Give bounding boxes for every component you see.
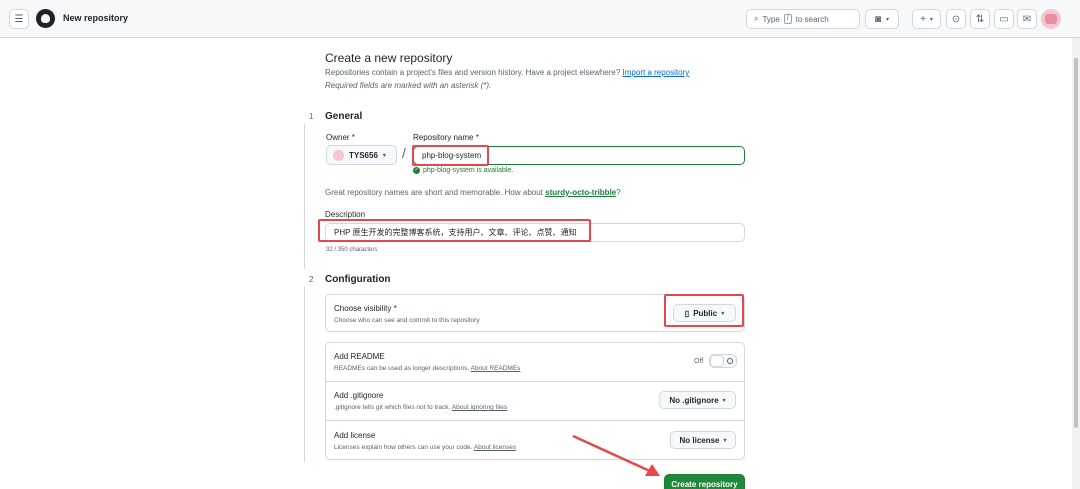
hamburger-icon: ☰	[14, 13, 24, 25]
page-scrollbar[interactable]	[1072, 38, 1080, 489]
step-line	[304, 124, 305, 269]
scrollbar-thumb[interactable]	[1074, 58, 1078, 428]
search-icon: ⌕	[754, 14, 759, 23]
search-prefix: Type	[762, 14, 780, 24]
repo-options-card: Add README READMEs can be used as longer…	[325, 342, 745, 460]
owner-label: Owner *	[326, 133, 355, 142]
chevron-down-icon: ▾	[886, 16, 890, 23]
readme-row: Add README READMEs can be used as longer…	[326, 343, 744, 381]
search-input[interactable]: ⌕ Type / to search	[746, 9, 860, 29]
check-circle-icon: ✓	[413, 167, 420, 174]
page-title: Create a new repository	[325, 51, 453, 65]
availability-message: ✓ php-blog-system is available.	[413, 167, 513, 174]
availability-text: php-blog-system is available.	[423, 167, 514, 174]
visibility-card: Choose visibility * Choose who can see a…	[325, 294, 745, 332]
configuration-section-title: Configuration	[325, 274, 391, 285]
repo-name-input[interactable]: php-blog-system	[413, 146, 745, 165]
subtitle-text: Repositories contain a project's files a…	[325, 68, 621, 77]
top-header: ☰ New repository ⌕ Type / to search ◙ ▾ …	[0, 0, 1080, 38]
toggle-knob	[710, 355, 724, 367]
readme-toggle-label: Off	[694, 358, 704, 365]
required-note: Required fields are marked with an aster…	[325, 81, 492, 90]
issues-button[interactable]: ⊙	[946, 9, 966, 29]
search-suffix: to search	[795, 14, 829, 24]
projects-icon: ▭	[999, 13, 1009, 25]
projects-button[interactable]: ▭	[994, 9, 1014, 29]
description-char-counter: 32 / 350 characters	[326, 247, 378, 253]
readme-desc-text: READMEs can be used as longer descriptio…	[334, 365, 470, 372]
about-licenses-link[interactable]: About licenses	[474, 444, 516, 451]
step-number-2: 2	[309, 275, 314, 284]
gitignore-desc-text: .gitignore tells git which files not to …	[334, 404, 451, 411]
suggested-name-link[interactable]: sturdy-octo-tribble	[545, 188, 616, 197]
gitignore-description: .gitignore tells git which files not to …	[334, 404, 507, 411]
visibility-select[interactable]: ▯ Public ▾	[673, 304, 736, 322]
visibility-title: Choose visibility *	[334, 304, 397, 313]
pull-requests-button[interactable]: ⇅	[970, 9, 990, 29]
general-section-title: General	[325, 111, 363, 122]
issues-icon: ⊙	[951, 13, 961, 25]
step-number-1: 1	[309, 112, 314, 121]
readme-description: READMEs can be used as longer descriptio…	[334, 365, 520, 372]
name-suggestion-hint: Great repository names are short and mem…	[325, 188, 621, 197]
owner-select[interactable]: TYS656 ▾	[326, 145, 397, 165]
chevron-down-icon: ▾	[722, 397, 726, 404]
inbox-icon: ✉	[1022, 13, 1032, 25]
about-ignoring-files-link[interactable]: About ignoring files	[452, 404, 507, 411]
license-value: No license	[679, 435, 720, 445]
chevron-down-icon: ▾	[721, 310, 725, 317]
create-new-button[interactable]: + ▾	[912, 9, 941, 29]
github-logo-icon[interactable]	[36, 9, 55, 28]
repo-name-label: Repository name *	[413, 133, 479, 142]
copilot-icon: ◙	[874, 13, 882, 25]
user-avatar[interactable]	[1041, 9, 1061, 29]
annotation-arrow-icon	[572, 434, 660, 476]
page-context-title: New repository	[63, 13, 129, 23]
readme-title: Add README	[334, 352, 385, 361]
visibility-value: Public	[693, 308, 718, 318]
license-desc-text: Licenses explain how others can use your…	[334, 444, 473, 451]
chevron-down-icon: ▾	[929, 16, 933, 23]
page-subtitle: Repositories contain a project's files a…	[325, 68, 689, 77]
step-line	[304, 287, 305, 462]
gitignore-row: Add .gitignore .gitignore tells git whic…	[326, 382, 744, 420]
copilot-button[interactable]: ◙ ▾	[865, 9, 899, 29]
chevron-down-icon: ▾	[723, 437, 727, 444]
owner-repo-separator: /	[402, 145, 406, 161]
readme-toggle[interactable]	[709, 354, 737, 368]
hint-suffix: ?	[616, 188, 621, 197]
plus-icon: +	[920, 13, 926, 25]
license-row: Add license Licenses explain how others …	[326, 421, 744, 460]
description-input[interactable]: PHP 原生开发的完整博客系统，支持用户、文章、评论、点赞、通知	[325, 223, 745, 242]
gitignore-value: No .gitignore	[669, 395, 719, 405]
inbox-button[interactable]: ✉	[1017, 9, 1037, 29]
hamburger-menu-button[interactable]: ☰	[9, 9, 29, 29]
gitignore-title: Add .gitignore	[334, 391, 384, 400]
import-repository-link[interactable]: Import a repository	[623, 68, 690, 77]
description-label: Description	[325, 210, 366, 219]
license-description: Licenses explain how others can use your…	[334, 444, 516, 451]
repo-name-value: php-blog-system	[422, 151, 482, 160]
pull-requests-icon: ⇅	[975, 13, 985, 25]
chevron-down-icon: ▾	[382, 152, 386, 159]
search-shortcut-key: /	[783, 14, 792, 24]
create-repository-button[interactable]: Create repository	[664, 474, 745, 489]
license-title: Add license	[334, 431, 376, 440]
license-select[interactable]: No license ▾	[670, 431, 736, 449]
gitignore-select[interactable]: No .gitignore ▾	[659, 391, 736, 409]
repo-icon: ▯	[684, 308, 690, 318]
hint-prefix: Great repository names are short and mem…	[325, 188, 543, 197]
description-value: PHP 原生开发的完整博客系统，支持用户、文章、评论、点赞、通知	[334, 228, 577, 237]
owner-value: TYS656	[349, 150, 378, 160]
toggle-off-icon	[727, 358, 733, 364]
visibility-description: Choose who can see and commit to this re…	[334, 317, 480, 324]
about-readmes-link[interactable]: About READMEs	[471, 365, 521, 372]
owner-avatar	[333, 149, 344, 161]
